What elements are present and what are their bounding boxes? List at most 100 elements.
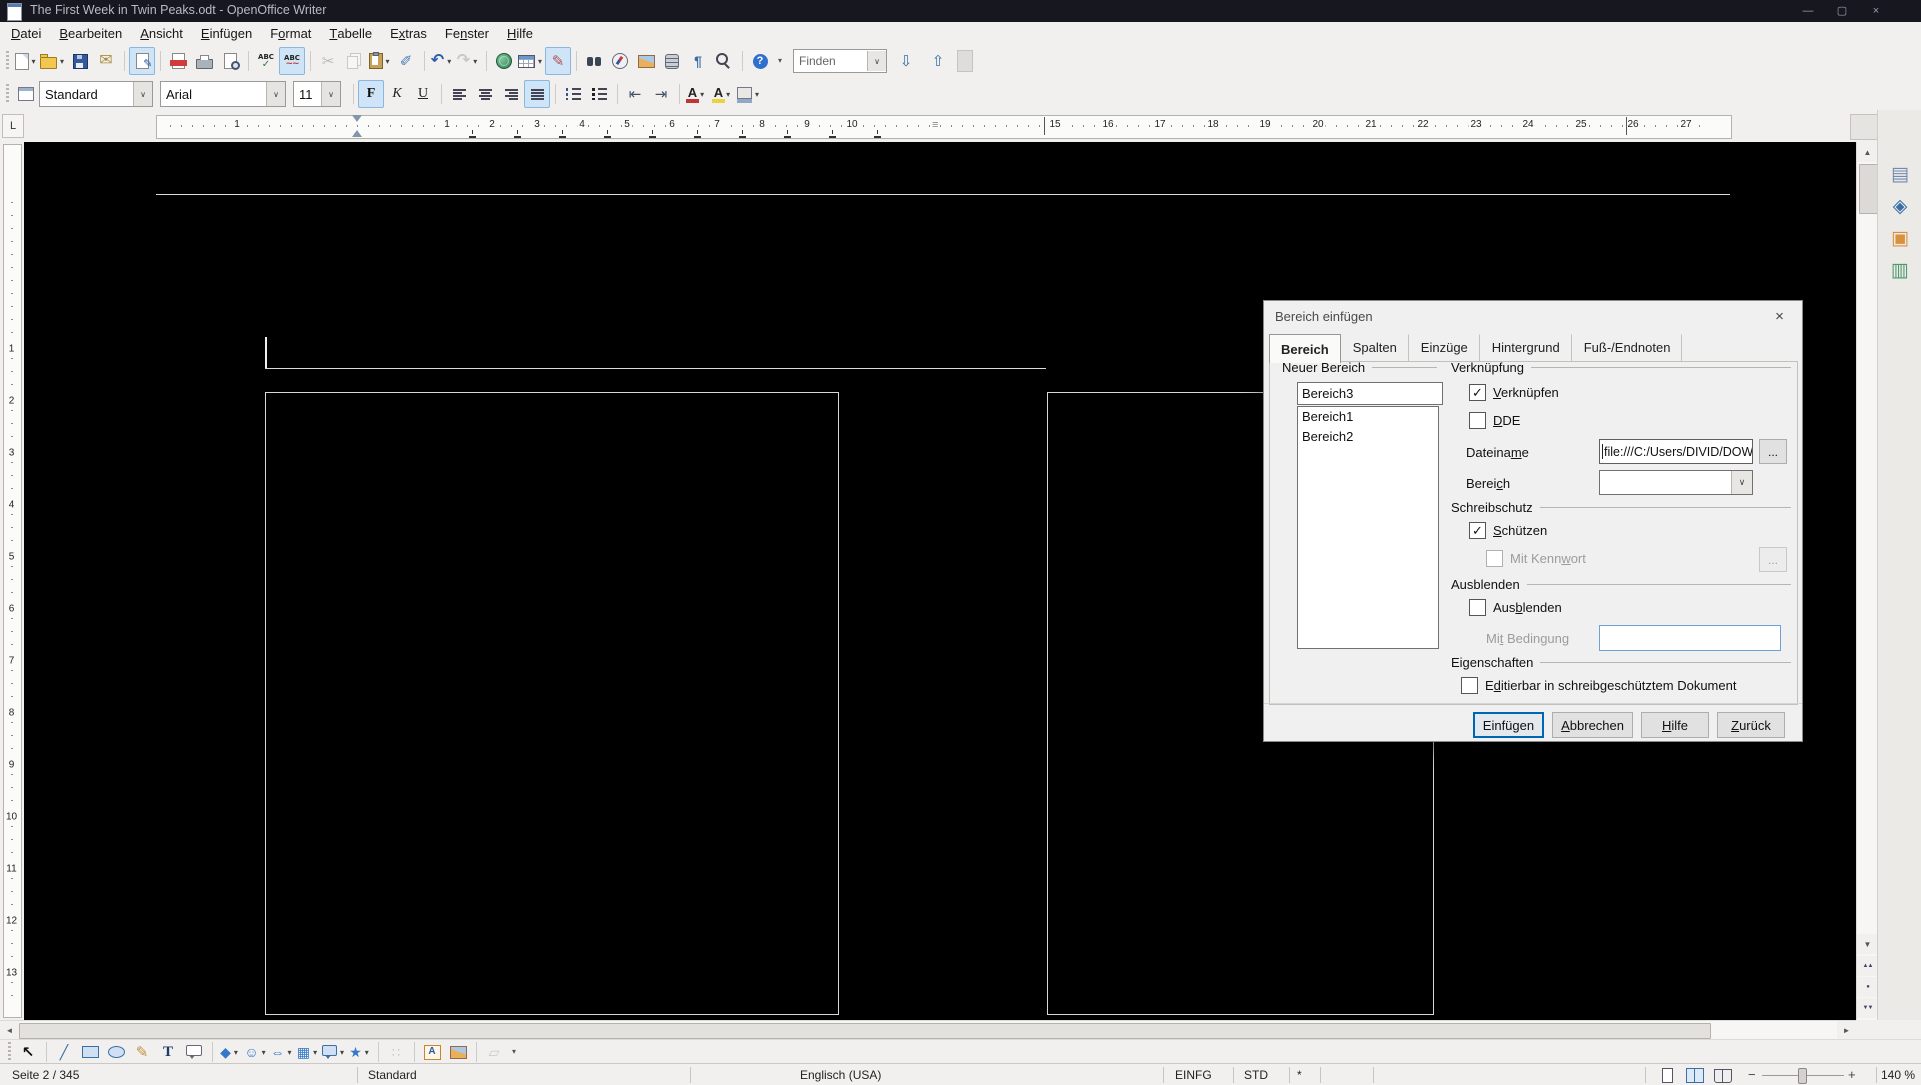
previous-page-button[interactable]: ▲▲ bbox=[1857, 956, 1878, 976]
callouts-icon[interactable]: ▾ bbox=[321, 1040, 347, 1064]
tab-type-selector[interactable]: L bbox=[2, 114, 24, 138]
menu-datei[interactable]: Datei bbox=[2, 22, 50, 44]
multi-page-view-icon[interactable] bbox=[1684, 1068, 1706, 1083]
points-icon[interactable]: ∷ bbox=[383, 1040, 409, 1064]
increase-indent-icon[interactable]: ⇥ bbox=[648, 80, 674, 108]
menu-hilfe[interactable]: Hilfe bbox=[498, 22, 542, 44]
gallery-icon[interactable] bbox=[633, 47, 659, 75]
new-document-icon[interactable]: ▾ bbox=[13, 47, 39, 75]
zoom-icon[interactable] bbox=[711, 47, 737, 75]
close-button[interactable]: × bbox=[1861, 0, 1891, 21]
left-indent-marker[interactable] bbox=[352, 125, 362, 137]
einfuegen-button[interactable]: Einfügen bbox=[1473, 712, 1544, 738]
menu-format[interactable]: Format bbox=[261, 22, 320, 44]
highlight-icon[interactable]: A ▾ bbox=[710, 80, 736, 108]
minimize-button[interactable]: — bbox=[1793, 0, 1823, 21]
tab-bereich[interactable]: Bereich bbox=[1269, 334, 1341, 363]
ellipse-icon[interactable] bbox=[103, 1040, 129, 1064]
format-paintbrush-icon[interactable]: ✐ bbox=[393, 47, 419, 75]
justify-icon[interactable] bbox=[524, 80, 550, 108]
italic-icon[interactable]: K bbox=[384, 80, 410, 108]
align-left-icon[interactable] bbox=[446, 80, 472, 108]
sidebar-styles-icon[interactable]: ▥ bbox=[1886, 256, 1914, 284]
bullet-list-icon[interactable] bbox=[586, 80, 612, 108]
freeform-icon[interactable]: ✎ bbox=[129, 1040, 155, 1064]
dialog-title-bar[interactable]: Bereich einfügen × bbox=[1264, 301, 1802, 331]
tab-hintergrund[interactable]: Hintergrund bbox=[1480, 334, 1572, 361]
toolbar-overflow-icon[interactable]: ▾ bbox=[507, 1040, 521, 1064]
callout-icon[interactable] bbox=[181, 1040, 207, 1064]
bold-icon[interactable]: F bbox=[358, 80, 384, 108]
menu-bearbeiten[interactable]: Bearbeiten bbox=[50, 22, 131, 44]
zoom-slider-handle[interactable] bbox=[1798, 1068, 1807, 1084]
find-input[interactable]: Finden ∨ bbox=[793, 49, 887, 73]
horizontal-scroll-thumb[interactable] bbox=[19, 1023, 1711, 1039]
font-size-select[interactable]: 11 ∨ bbox=[293, 81, 341, 107]
font-name-select[interactable]: Arial ∨ bbox=[160, 81, 286, 107]
table-icon[interactable]: ▾ bbox=[517, 47, 545, 75]
next-page-button[interactable]: ▼▼ bbox=[1857, 998, 1878, 1018]
background-color-icon[interactable]: ▾ bbox=[736, 80, 762, 108]
verknuepfen-checkbox[interactable]: ✓ Verknüpfen bbox=[1469, 384, 1559, 401]
dateiname-input[interactable]: file:///C:/Users/DIVID/DOWN bbox=[1599, 439, 1753, 464]
undo-icon[interactable]: ↶ ▾ bbox=[429, 47, 455, 75]
scroll-up-icon[interactable]: ▲ bbox=[1857, 142, 1878, 162]
export-pdf-icon[interactable] bbox=[165, 47, 191, 75]
find-next-button[interactable]: ⇩ bbox=[893, 47, 919, 75]
style-panel-icon[interactable] bbox=[13, 80, 39, 108]
sidebar-navigator-icon[interactable]: ◈ bbox=[1886, 192, 1914, 220]
save-icon[interactable] bbox=[67, 47, 93, 75]
print-icon[interactable] bbox=[191, 47, 217, 75]
chevron-down-icon[interactable]: ∨ bbox=[1731, 471, 1752, 494]
close-icon[interactable]: × bbox=[1757, 301, 1802, 331]
align-center-icon[interactable] bbox=[472, 80, 498, 108]
bereich-select[interactable]: ∨ bbox=[1599, 470, 1753, 495]
language-field[interactable]: Englisch (USA) bbox=[800, 1068, 881, 1082]
scroll-down-icon[interactable]: ▼ bbox=[1857, 934, 1878, 954]
navigation-dot-button[interactable]: ● bbox=[1857, 977, 1878, 997]
fontwork-icon[interactable]: A bbox=[419, 1040, 445, 1064]
cut-icon[interactable]: ✂ bbox=[315, 47, 341, 75]
sidebar-properties-icon[interactable]: ▤ bbox=[1886, 160, 1914, 188]
font-color-icon[interactable]: A ▾ bbox=[684, 80, 710, 108]
line-icon[interactable]: ╱ bbox=[51, 1040, 77, 1064]
list-item-bereich1[interactable]: Bereich1 bbox=[1298, 407, 1438, 427]
editierbar-checkbox[interactable]: ✓ Editierbar in schreibgeschütztem Dokum… bbox=[1461, 677, 1736, 694]
zoom-out-icon[interactable]: − bbox=[1748, 1067, 1756, 1082]
draw-functions-icon[interactable]: ✎ bbox=[545, 47, 571, 75]
scroll-left-icon[interactable]: ◄ bbox=[0, 1021, 19, 1040]
tab-spalten[interactable]: Spalten bbox=[1341, 334, 1409, 361]
symbol-shapes-icon[interactable]: ☺ ▾ bbox=[243, 1040, 269, 1064]
stars-icon[interactable]: ★ ▾ bbox=[347, 1040, 373, 1064]
horizontal-scrollbar[interactable]: ◄ ► bbox=[0, 1020, 1856, 1040]
abbrechen-button[interactable]: Abbrechen bbox=[1552, 712, 1633, 738]
menu-einfuegen[interactable]: Einfügen bbox=[192, 22, 261, 44]
flowchart-icon[interactable]: ▦ ▾ bbox=[295, 1040, 321, 1064]
paste-icon[interactable]: ▾ bbox=[367, 47, 393, 75]
data-sources-icon[interactable] bbox=[659, 47, 685, 75]
dateiname-browse-button[interactable]: ... bbox=[1759, 439, 1787, 464]
align-right-icon[interactable] bbox=[498, 80, 524, 108]
tab-einzuege[interactable]: Einzüge bbox=[1409, 334, 1480, 361]
page-style-field[interactable]: Standard bbox=[368, 1068, 417, 1082]
page-preview-icon[interactable] bbox=[217, 47, 243, 75]
dde-checkbox[interactable]: ✓ DDE bbox=[1469, 412, 1520, 429]
menu-fenster[interactable]: Fenster bbox=[436, 22, 498, 44]
list-item-bereich2[interactable]: Bereich2 bbox=[1298, 427, 1438, 447]
autospellcheck-icon[interactable] bbox=[279, 47, 305, 75]
copy-icon[interactable] bbox=[341, 47, 367, 75]
single-page-view-icon[interactable] bbox=[1656, 1068, 1678, 1083]
zoom-level-field[interactable]: 140 % bbox=[1881, 1068, 1915, 1082]
zoom-in-icon[interactable]: + bbox=[1848, 1067, 1856, 1082]
vertical-scrollbar[interactable]: ▲ ▼ ▲▲ ● ▼▼ bbox=[1856, 142, 1878, 1020]
section-list[interactable]: Bereich1Bereich2 bbox=[1297, 406, 1439, 649]
maximize-button[interactable]: ▢ bbox=[1827, 0, 1857, 21]
paragraph-style-select[interactable]: Standard ∨ bbox=[39, 81, 153, 107]
edit-file-icon[interactable] bbox=[129, 47, 155, 75]
toolbar-overflow-icon[interactable]: ▾ bbox=[773, 47, 787, 75]
email-icon[interactable]: ✉ bbox=[93, 47, 119, 75]
find-previous-button[interactable]: ⇧ bbox=[925, 47, 951, 75]
schuetzen-checkbox[interactable]: ✓ Schützen bbox=[1469, 522, 1547, 539]
menu-tabelle[interactable]: Tabelle bbox=[320, 22, 381, 44]
mit-bedingung-input[interactable] bbox=[1599, 625, 1781, 651]
